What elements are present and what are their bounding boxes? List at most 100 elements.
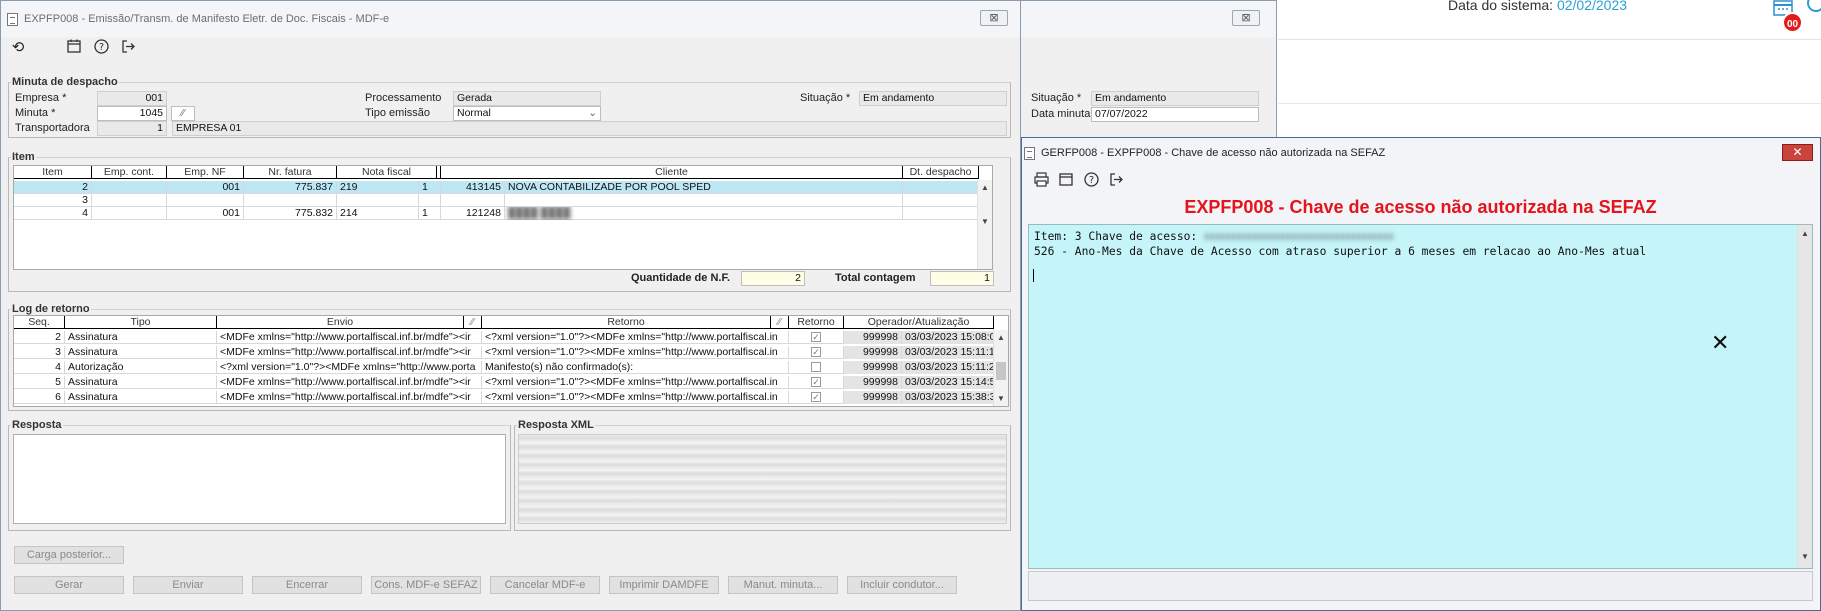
processamento-field: Gerada xyxy=(453,91,601,106)
item-row[interactable]: 3 xyxy=(14,194,979,207)
item-col-header[interactable]: Cliente xyxy=(441,166,903,179)
exit-icon[interactable] xyxy=(1107,172,1125,190)
system-date: Data do sistema: 02/02/2023 xyxy=(1448,0,1627,13)
minuta-field[interactable]: 1045 xyxy=(97,106,167,121)
dialog-close-button[interactable]: ✕ xyxy=(1782,144,1813,161)
item-col-header[interactable]: Emp. cont. xyxy=(92,166,167,179)
scroll-thumb[interactable] xyxy=(996,362,1006,380)
retorno-checkbox[interactable] xyxy=(811,362,821,373)
item-row[interactable]: 4 001 775.832 214 1 121248 ████ ████ xyxy=(14,207,979,220)
gerar-button[interactable]: Gerar xyxy=(14,576,124,594)
log-col-header[interactable]: Tipo xyxy=(65,316,217,329)
log-col-header[interactable]: Retorno xyxy=(482,316,771,329)
tipo-emissao-label: Tipo emissão xyxy=(365,107,431,119)
retorno-checkbox[interactable]: ✓ xyxy=(811,377,821,388)
cons-mdfe-sefaz-button[interactable]: Cons. MDF-e SEFAZ xyxy=(371,576,481,594)
log-col-header[interactable]: Operador/Atualização xyxy=(844,316,994,329)
main-toolbar: ⟲ ? xyxy=(1,37,1020,59)
incluir-condutor-button[interactable]: Incluir condutor... xyxy=(847,576,957,594)
encerrar-button[interactable]: Encerrar xyxy=(252,576,362,594)
log-col-header[interactable]: Retorno xyxy=(789,316,844,329)
calendar-icon[interactable] xyxy=(1057,172,1075,190)
log-sort-icon[interactable]: ⁄⁄ xyxy=(771,316,789,329)
item-cell: 3 xyxy=(14,194,92,207)
log-legend: Log de retorno xyxy=(12,303,90,315)
item-cell xyxy=(337,194,419,207)
help-icon[interactable]: ? xyxy=(92,39,110,57)
print-icon[interactable] xyxy=(1032,172,1050,190)
log-row[interactable]: 2 Assinatura <MDFe xmlns="http://www.por… xyxy=(14,331,995,344)
item-grid-scrollbar[interactable]: ▲ ▼ xyxy=(977,180,992,269)
tipo-emissao-select[interactable]: Normal ⌄ xyxy=(453,106,601,121)
situacao-label: Situação * xyxy=(800,92,851,104)
cancelar-mdfe-button[interactable]: Cancelar MDF-e xyxy=(490,576,600,594)
refresh-icon[interactable]: ⟲ xyxy=(9,39,27,57)
item-cell xyxy=(92,194,167,207)
dialog-scrollbar[interactable]: ▲ ▼ xyxy=(1797,225,1812,568)
log-cell: 6 xyxy=(14,391,65,404)
enviar-button[interactable]: Enviar xyxy=(133,576,243,594)
imprimir-damdfe-button[interactable]: Imprimir DAMDFE xyxy=(609,576,719,594)
retorno-checkbox[interactable]: ✓ xyxy=(811,347,821,358)
item-cell xyxy=(903,207,979,220)
item-grid[interactable]: Item Emp. cont. Emp. NF Nr. fatura Nota … xyxy=(13,165,993,270)
scroll-down-icon[interactable]: ▼ xyxy=(978,216,992,228)
item-col-header[interactable]: Item xyxy=(14,166,92,179)
log-grid-scrollbar[interactable]: ▲ ▼ xyxy=(993,330,1008,406)
retorno-checkbox[interactable]: ✓ xyxy=(811,332,821,343)
help-icon[interactable]: ? xyxy=(1082,172,1100,190)
scroll-down-icon[interactable]: ▼ xyxy=(1798,551,1812,563)
resposta-textarea[interactable] xyxy=(13,434,506,524)
log-row[interactable]: 4 Autorização <?xml version="1.0"?><MDFe… xyxy=(14,361,995,374)
main-window-close-button[interactable]: ⊠ xyxy=(980,10,1008,26)
system-header: Data do sistema: 02/02/2023 xyxy=(1278,0,1821,40)
retorno-checkbox[interactable]: ✓ xyxy=(811,392,821,403)
item-cell: 413145 xyxy=(441,181,505,194)
log-cell: ✓ xyxy=(789,331,844,344)
dialog-status-bar xyxy=(1028,571,1813,601)
log-cell: <?xml version="1.0"?><MDFe xmlns="http:/… xyxy=(482,346,789,359)
notification-badge[interactable]: 00 xyxy=(1782,12,1803,33)
dialog-item-text: Item: 3 Chave de acesso: xyxy=(1034,230,1205,243)
calendar-icon[interactable] xyxy=(65,39,83,57)
item-col-header[interactable]: Nr. fatura xyxy=(244,166,337,179)
item-col-header[interactable]: Emp. NF xyxy=(167,166,244,179)
scroll-up-icon[interactable]: ▲ xyxy=(994,332,1008,344)
bg-data-minuta-field[interactable]: 07/07/2022 xyxy=(1091,107,1259,122)
main-window-title: EXPFP008 - Emissão/Transm. de Manifesto … xyxy=(24,13,390,25)
log-col-header[interactable]: Seq. xyxy=(14,316,65,329)
manut-minuta-button[interactable]: Manut. minuta... xyxy=(728,576,838,594)
exit-icon[interactable] xyxy=(119,39,137,57)
log-row[interactable]: 5 Assinatura <MDFe xmlns="http://www.por… xyxy=(14,376,995,389)
log-cell: <?xml version="1.0"?><MDFe xmlns="http:/… xyxy=(482,376,789,389)
scroll-up-icon[interactable]: ▲ xyxy=(978,182,992,194)
empresa-field[interactable]: 001 xyxy=(97,91,167,106)
scroll-up-icon[interactable]: ▲ xyxy=(1798,228,1812,240)
minuta-search-button[interactable]: ⁄⁄ xyxy=(171,106,195,121)
resposta-legend: Resposta xyxy=(12,419,62,431)
log-cell: <?xml version="1.0"?><MDFe xmlns="http:/… xyxy=(217,361,482,374)
log-grid[interactable]: Seq. Tipo Envio ⁄⁄ Retorno ⁄⁄ Retorno Op… xyxy=(13,315,1009,407)
carga-posterior-button[interactable]: Carga posterior... xyxy=(14,546,124,564)
log-cell: 4 xyxy=(14,361,65,374)
log-cell: 999998 xyxy=(844,376,902,389)
log-cell: 03/03/2023 15:08:02 xyxy=(902,331,995,344)
log-row[interactable]: 3 Assinatura <MDFe xmlns="http://www.por… xyxy=(14,346,995,359)
item-row[interactable]: 2 001 775.837 219 1 413145 NOVA CONTABIL… xyxy=(14,181,979,194)
resposta-xml-textarea[interactable] xyxy=(518,434,1007,524)
dialog-message-line1: Item: 3 Chave de acesso: 000000000000000… xyxy=(1034,230,1394,243)
chevron-down-icon[interactable]: ⌄ xyxy=(588,107,597,120)
log-col-header[interactable]: Envio xyxy=(217,316,464,329)
log-cell: <MDFe xmlns="http://www.portalfiscal.inf… xyxy=(217,331,482,344)
item-col-header[interactable]: Dt. despacho xyxy=(903,166,979,179)
scroll-down-icon[interactable]: ▼ xyxy=(994,393,1008,405)
log-sort-icon[interactable]: ⁄⁄ xyxy=(464,316,482,329)
main-window-titlebar: EXPFP008 - Emissão/Transm. de Manifesto … xyxy=(1,1,1020,37)
item-col-header[interactable]: Nota fiscal xyxy=(337,166,437,179)
dialog-message-line2: 526 - Ano-Mes da Chave de Acesso com atr… xyxy=(1034,245,1647,258)
background-window-close-button[interactable]: ⊠ xyxy=(1232,10,1260,26)
log-cell: Assinatura xyxy=(65,376,217,389)
log-row[interactable]: 6 Assinatura <MDFe xmlns="http://www.por… xyxy=(14,391,995,404)
transportadora-code-field[interactable]: 1 xyxy=(97,121,167,136)
dialog-message-area[interactable]: Item: 3 Chave de acesso: 000000000000000… xyxy=(1028,224,1813,569)
